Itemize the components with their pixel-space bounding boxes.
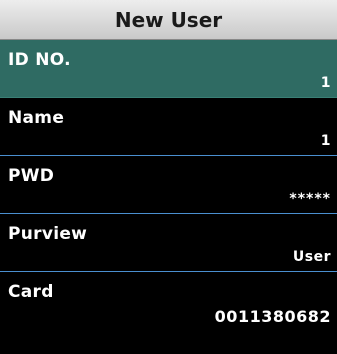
field-value: ***** xyxy=(289,191,331,207)
field-label: PWD xyxy=(8,166,55,186)
field-name[interactable]: Name 1 xyxy=(0,98,337,156)
field-card[interactable]: Card 0011380682 xyxy=(0,272,337,330)
field-label: Name xyxy=(8,108,65,128)
field-value: 1 xyxy=(320,133,331,149)
new-user-screen: New User ID NO. 1 Name 1 PWD ***** Purvi… xyxy=(0,0,337,354)
field-password[interactable]: PWD ***** xyxy=(0,156,337,214)
field-label: Card xyxy=(8,282,54,302)
field-value: 1 xyxy=(320,75,331,91)
field-label: ID NO. xyxy=(8,50,71,70)
field-id-no[interactable]: ID NO. 1 xyxy=(0,40,337,98)
field-value: User xyxy=(292,249,331,265)
field-label: Purview xyxy=(8,224,88,244)
page-title: New User xyxy=(0,0,337,40)
field-purview[interactable]: Purview User xyxy=(0,214,337,272)
field-value: 0011380682 xyxy=(214,307,331,326)
